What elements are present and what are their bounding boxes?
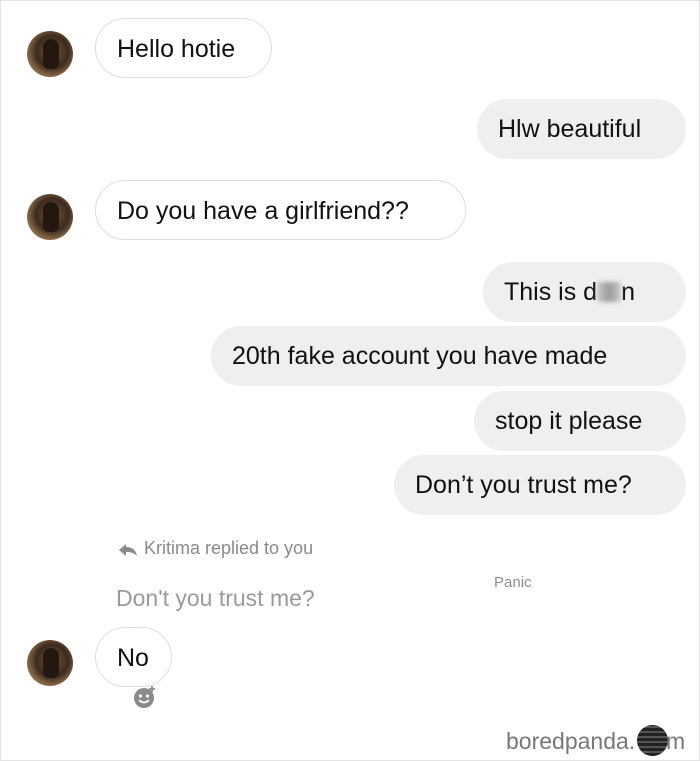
watermark-text: boredpanda. bbox=[506, 728, 636, 754]
reply-meta-text: Kritima replied to you bbox=[144, 538, 314, 558]
incoming-message[interactable]: Do you have a girlfriend?? bbox=[95, 180, 466, 240]
outgoing-message[interactable]: Hlw beautiful bbox=[477, 99, 686, 159]
quoted-message[interactable]: Don't you trust me? bbox=[116, 585, 315, 612]
watermark-logo-icon bbox=[637, 725, 668, 756]
avatar[interactable] bbox=[27, 194, 73, 240]
message-text: Hlw beautiful bbox=[498, 115, 642, 143]
avatar[interactable] bbox=[27, 31, 73, 77]
message-text: Do you have a girlfriend?? bbox=[117, 197, 409, 225]
add-reaction-icon[interactable] bbox=[133, 685, 157, 709]
reply-arrow-icon bbox=[119, 544, 137, 556]
incoming-message[interactable]: No bbox=[95, 627, 172, 687]
message-text-start: This is d bbox=[504, 278, 598, 306]
message-text: 20th fake account you have made bbox=[232, 342, 608, 370]
outgoing-message[interactable]: Don’t you trust me? bbox=[394, 455, 686, 515]
censored-word-blur bbox=[597, 282, 622, 302]
message-text: stop it please bbox=[495, 407, 643, 435]
watermark-text-end: m bbox=[666, 728, 686, 754]
panic-caption: Panic bbox=[494, 574, 532, 591]
reply-indicator: Kritima replied to you bbox=[118, 538, 313, 559]
message-text: No bbox=[117, 644, 149, 672]
message-text: Hello hotie bbox=[117, 35, 236, 63]
outgoing-message[interactable]: stop it please bbox=[474, 391, 686, 451]
message-text-end: n bbox=[621, 278, 635, 306]
outgoing-message[interactable]: 20th fake account you have made bbox=[211, 326, 686, 386]
message-text: Don’t you trust me? bbox=[415, 471, 632, 499]
outgoing-message[interactable]: This is d n bbox=[483, 262, 686, 322]
incoming-message[interactable]: Hello hotie bbox=[95, 18, 272, 78]
avatar[interactable] bbox=[27, 640, 73, 686]
